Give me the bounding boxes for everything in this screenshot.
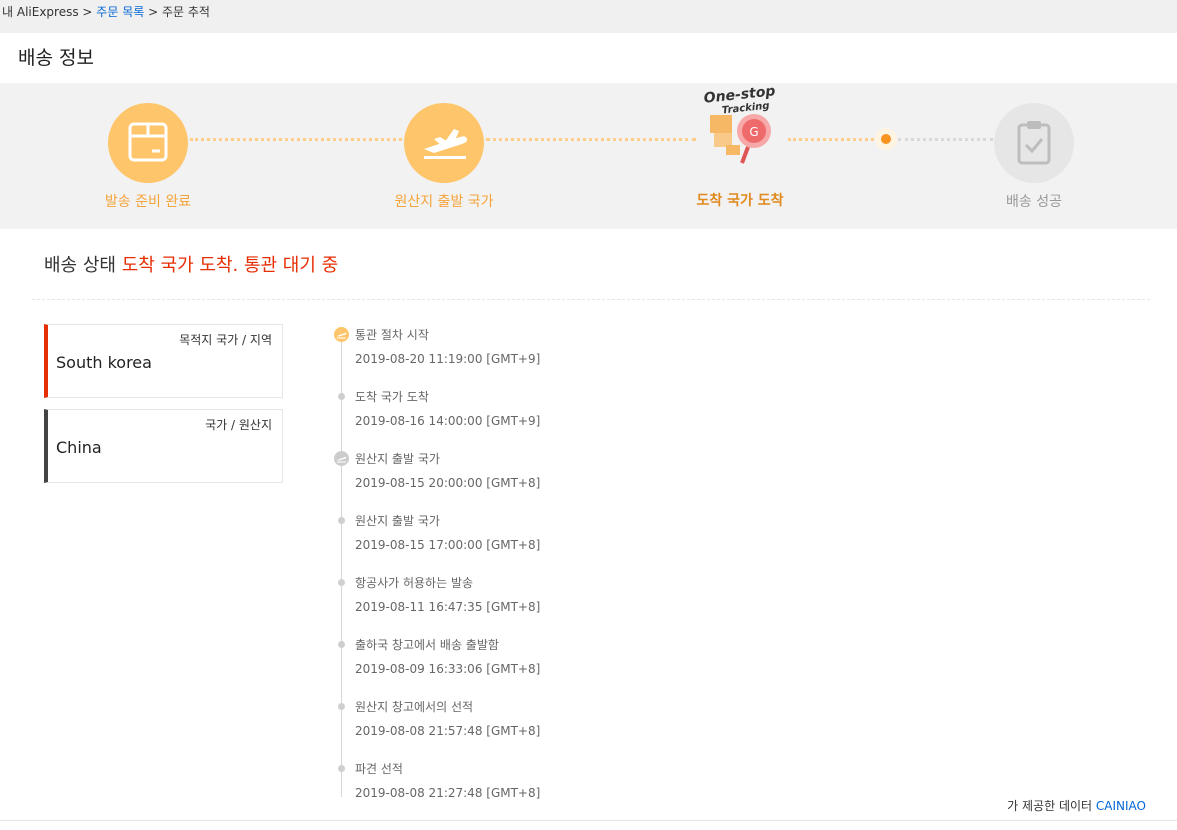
timeline-time: 2019-08-16 14:00:00 [GMT+9] [355,414,541,428]
breadcrumb-order-list-link[interactable]: 주문 목록 [96,5,144,19]
timeline-time: 2019-08-20 11:19:00 [GMT+9] [355,352,541,366]
current-position-dot [881,134,891,144]
timeline-dot [338,393,345,400]
timeline-time: 2019-08-08 21:27:48 [GMT+8] [355,786,541,800]
step-connector [898,138,993,141]
step-label: 원산지 출발 국가 [394,194,494,210]
timeline-dot [338,641,345,648]
page-title: 배송 정보 [18,47,94,69]
timeline-event: 도착 국가 도착 [355,390,429,404]
breadcrumb-separator: > [148,5,159,19]
provider-text: 가 제공한 데이터 [1007,799,1093,813]
box-icon [108,103,188,183]
breadcrumb-current: 주문 추적 [162,5,210,19]
one-stop-tracking-icon: One-stop Tracking G [690,75,790,175]
origin-card: 국가 / 원산지 China [44,409,283,483]
breadcrumb: 내 AliExpress > 주문 목록 > 주문 추적 [0,0,210,30]
timeline-dot [338,517,345,524]
timeline-dot [338,579,345,586]
shipping-info-panel: 배송 정보 발송 준비 완료 원산지 출발 국가 One-stop Tracki… [0,33,1177,830]
timeline-time: 2019-08-15 20:00:00 [GMT+8] [355,476,541,490]
step-connector [486,138,696,141]
timeline-event: 통관 절차 시작 [355,328,429,342]
step-label: 발송 준비 완료 [104,194,192,210]
status-value: 도착 국가 도착. 통관 대기 중 [121,255,339,276]
clipboard-check-icon [994,103,1074,183]
timeline-time: 2019-08-08 21:57:48 [GMT+8] [355,724,541,738]
divider [0,820,1177,821]
timeline-event: 원산지 출발 국가 [355,514,440,528]
origin-caption: 국가 / 원산지 [205,418,272,432]
svg-text:G: G [749,125,758,139]
timeline-event: 파견 선적 [355,762,403,776]
timeline-time: 2019-08-15 17:00:00 [GMT+8] [355,538,541,552]
destination-card: 목적지 국가 / 지역 South korea [44,324,283,398]
data-provider: 가 제공한 데이터 CAINIAO [1007,797,1146,814]
timeline-time: 2019-08-11 16:47:35 [GMT+8] [355,600,541,614]
step-label: 도착 국가 도착 [696,193,784,209]
timeline-time: 2019-08-09 16:33:06 [GMT+8] [355,662,541,676]
timeline-dot [338,765,345,772]
timeline-dot [338,703,345,710]
divider [32,299,1150,300]
plane-icon [334,451,349,466]
origin-country: China [56,438,102,457]
delivery-status: 배송 상태 도착 국가 도착. 통관 대기 중 [44,251,338,277]
timeline-event: 원산지 창고에서의 선적 [355,700,474,714]
step-connector [788,138,880,141]
timeline-line [341,339,342,797]
plane-departure-icon [404,103,484,183]
destination-caption: 목적지 국가 / 지역 [179,333,272,347]
timeline-event: 원산지 출발 국가 [355,452,440,466]
plane-icon [334,327,349,342]
progress-stepper: 발송 준비 완료 원산지 출발 국가 One-stop Tracking G 도… [0,83,1177,229]
timeline-event: 항공사가 허용하는 발송 [355,576,474,590]
step-connector [190,138,402,141]
step-label: 배송 성공 [1006,194,1062,210]
timeline-event: 출하국 창고에서 배송 출발함 [355,638,499,652]
destination-country: South korea [56,353,152,372]
breadcrumb-prefix: 내 AliExpress > [2,5,93,19]
cainiao-link[interactable]: CAINIAO [1096,799,1146,813]
status-label: 배송 상태 [44,255,116,276]
